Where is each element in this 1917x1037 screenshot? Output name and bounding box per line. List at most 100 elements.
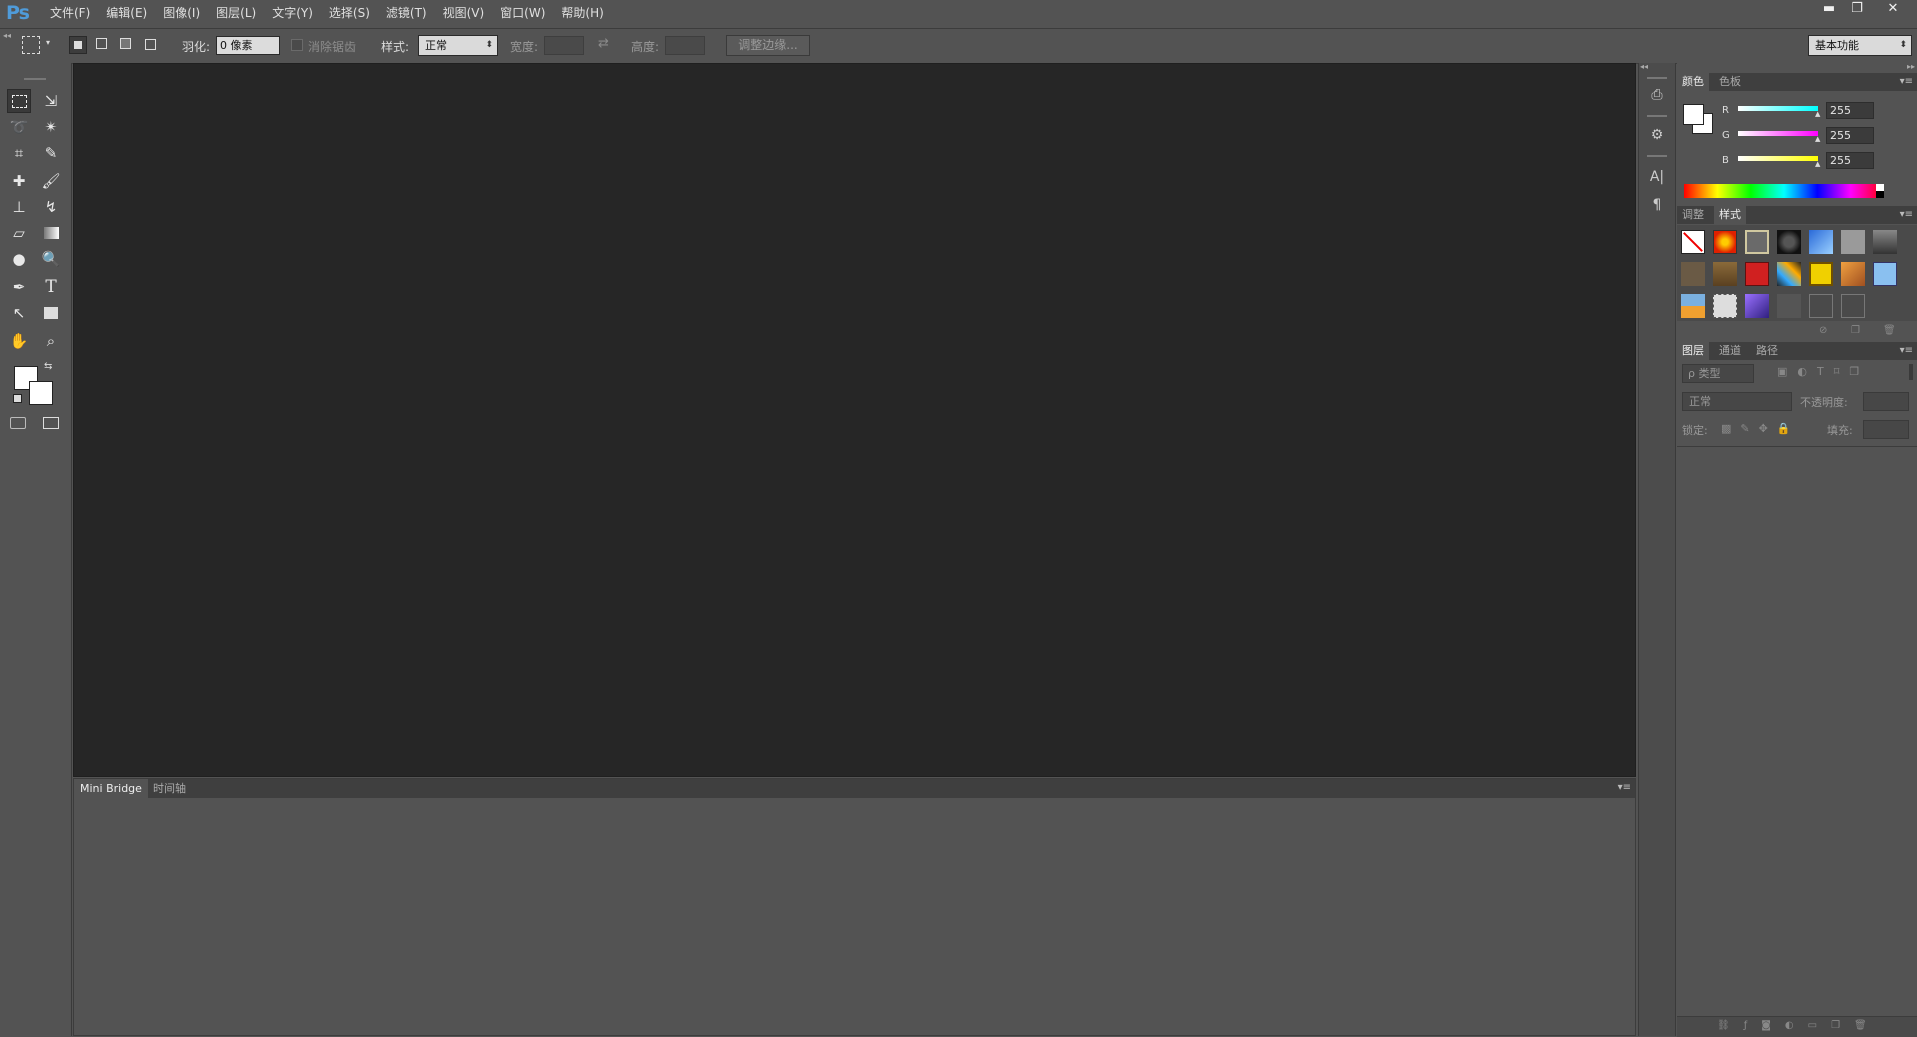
shape-tool-icon[interactable] bbox=[39, 301, 63, 325]
new-selection-icon[interactable] bbox=[69, 36, 87, 54]
rect-marquee-tool-icon[interactable] bbox=[7, 89, 31, 113]
blur-tool-icon[interactable]: ● bbox=[7, 247, 31, 271]
opacity-input[interactable] bbox=[1863, 392, 1909, 411]
style-swatch[interactable] bbox=[1745, 262, 1769, 286]
menu-layer[interactable]: 图层(L) bbox=[208, 0, 264, 27]
document-area[interactable] bbox=[73, 63, 1636, 777]
layer-filter-select[interactable]: ρ 类型 bbox=[1682, 364, 1754, 383]
channel-b-slider[interactable] bbox=[1738, 156, 1818, 161]
refine-edge-button[interactable]: 调整边缘... bbox=[726, 35, 810, 56]
minimize-button[interactable]: ▬ bbox=[1815, 0, 1843, 18]
menu-edit[interactable]: 编辑(E) bbox=[98, 0, 155, 27]
subtract-selection-icon[interactable] bbox=[118, 36, 136, 54]
paragraph-panel-icon[interactable]: ¶ bbox=[1647, 195, 1667, 215]
panel-menu-icon[interactable]: ▾≡ bbox=[1618, 779, 1631, 797]
menu-view[interactable]: 视图(V) bbox=[435, 0, 493, 27]
rect-marquee-preset-icon[interactable] bbox=[22, 36, 40, 54]
styles-panel-menu-icon[interactable]: ▾≡ bbox=[1900, 206, 1913, 224]
layers-list[interactable] bbox=[1677, 447, 1917, 1017]
channel-g-slider[interactable] bbox=[1738, 131, 1818, 136]
swap-colors-icon[interactable]: ⇆ bbox=[44, 361, 52, 372]
style-swatch[interactable] bbox=[1873, 262, 1897, 286]
style-swatch[interactable] bbox=[1713, 262, 1737, 286]
menu-window[interactable]: 窗口(W) bbox=[492, 0, 553, 27]
tab-color[interactable]: 颜色 bbox=[1677, 73, 1709, 91]
hand-tool-icon[interactable]: ✋ bbox=[7, 329, 31, 353]
background-color-swatch[interactable] bbox=[29, 381, 53, 405]
filter-toggle[interactable] bbox=[1909, 364, 1913, 380]
layers-panel-menu-icon[interactable]: ▾≡ bbox=[1900, 342, 1913, 360]
properties-panel-icon[interactable]: ⚙ bbox=[1647, 125, 1667, 145]
collapse-left-icon[interactable]: ◂◂ bbox=[3, 31, 11, 40]
blend-mode-select[interactable]: 正常 bbox=[1682, 392, 1792, 411]
tab-swatches[interactable]: 色板 bbox=[1714, 73, 1746, 91]
intersect-selection-icon[interactable] bbox=[142, 36, 160, 54]
style-swatch[interactable] bbox=[1713, 294, 1737, 318]
style-select[interactable]: 正常 bbox=[418, 35, 498, 56]
menu-image[interactable]: 图像(I) bbox=[155, 0, 208, 27]
close-button[interactable]: ✕ bbox=[1879, 0, 1907, 18]
add-selection-icon[interactable] bbox=[94, 36, 112, 54]
tab-adjustments[interactable]: 调整 bbox=[1677, 206, 1709, 224]
healing-brush-tool-icon[interactable]: ✚ bbox=[7, 169, 31, 193]
quick-mask-icon[interactable] bbox=[10, 417, 26, 429]
type-tool-icon[interactable]: T bbox=[39, 275, 63, 299]
color-panel-menu-icon[interactable]: ▾≡ bbox=[1900, 73, 1913, 91]
style-swatch[interactable] bbox=[1777, 262, 1801, 286]
style-swatch[interactable] bbox=[1873, 230, 1897, 254]
antialias-checkbox[interactable] bbox=[291, 39, 303, 51]
style-swatch[interactable] bbox=[1713, 230, 1737, 254]
zoom-tool-icon[interactable]: ⌕ bbox=[39, 329, 63, 353]
style-swatch[interactable] bbox=[1841, 230, 1865, 254]
style-none[interactable] bbox=[1681, 230, 1705, 254]
delete-style-icon[interactable]: 🗑 bbox=[1883, 325, 1896, 336]
style-swatch[interactable] bbox=[1745, 230, 1769, 254]
style-swatch[interactable] bbox=[1841, 262, 1865, 286]
lasso-tool-icon[interactable]: ➰ bbox=[7, 115, 31, 139]
menu-type[interactable]: 文字(Y) bbox=[264, 0, 321, 27]
new-style-icon[interactable]: ❐ bbox=[1851, 325, 1860, 336]
tab-layers[interactable]: 图层 bbox=[1677, 342, 1709, 360]
menu-filter[interactable]: 滤镜(T) bbox=[378, 0, 435, 27]
eraser-tool-icon[interactable]: ▱ bbox=[7, 221, 31, 245]
channel-b-thumb-icon[interactable]: ▲ bbox=[1815, 160, 1820, 168]
dock-grip[interactable] bbox=[1647, 77, 1667, 79]
dock-grip-2[interactable] bbox=[1647, 115, 1667, 117]
style-swatch[interactable] bbox=[1809, 262, 1833, 286]
pen-tool-icon[interactable]: ✒ bbox=[7, 275, 31, 299]
clone-stamp-tool-icon[interactable]: ⊥ bbox=[7, 195, 31, 219]
move-tool-icon[interactable]: ⇲ bbox=[39, 89, 63, 113]
channel-r-value[interactable]: 255 bbox=[1826, 102, 1874, 119]
style-swatch[interactable] bbox=[1841, 294, 1865, 318]
screen-mode-icon[interactable] bbox=[43, 417, 59, 429]
collapse-right-icon[interactable]: ▸▸ bbox=[1907, 62, 1915, 71]
channel-r-slider[interactable] bbox=[1738, 106, 1818, 111]
magic-wand-tool-icon[interactable]: ✴ bbox=[39, 115, 63, 139]
dodge-tool-icon[interactable]: 🔍 bbox=[39, 247, 63, 271]
width-input[interactable] bbox=[544, 36, 584, 55]
path-selection-tool-icon[interactable]: ↖ bbox=[7, 301, 31, 325]
channel-g-value[interactable]: 255 bbox=[1826, 127, 1874, 144]
style-swatch[interactable] bbox=[1809, 230, 1833, 254]
channel-b-value[interactable]: 255 bbox=[1826, 152, 1874, 169]
layer-filter-icons[interactable]: ▣◐T⌑❐ bbox=[1777, 365, 1869, 378]
tab-paths[interactable]: 路径 bbox=[1751, 342, 1783, 360]
color-spectrum-ramp[interactable] bbox=[1684, 184, 1884, 198]
clear-style-icon[interactable]: ⊘ bbox=[1819, 325, 1827, 336]
history-brush-tool-icon[interactable]: ↯ bbox=[39, 195, 63, 219]
crop-tool-icon[interactable]: ⌗ bbox=[7, 141, 31, 165]
restore-button[interactable]: ❐ bbox=[1843, 0, 1871, 18]
style-swatch[interactable] bbox=[1777, 294, 1801, 318]
style-swatch[interactable] bbox=[1745, 294, 1769, 318]
menu-select[interactable]: 选择(S) bbox=[321, 0, 378, 27]
channel-r-thumb-icon[interactable]: ▲ bbox=[1815, 110, 1820, 118]
style-swatch[interactable] bbox=[1809, 294, 1833, 318]
collapse-dock-icon[interactable]: ◂◂ bbox=[1640, 62, 1648, 71]
history-panel-icon[interactable]: ⎙ bbox=[1647, 85, 1667, 105]
brush-tool-icon[interactable]: 🖌 bbox=[39, 169, 63, 193]
tab-mini-bridge[interactable]: Mini Bridge bbox=[74, 779, 148, 798]
app-logo[interactable]: Ps bbox=[6, 2, 30, 24]
tab-channels[interactable]: 通道 bbox=[1714, 342, 1746, 360]
channel-g-thumb-icon[interactable]: ▲ bbox=[1815, 135, 1820, 143]
swap-dimensions-icon[interactable]: ⇄ bbox=[598, 36, 609, 51]
